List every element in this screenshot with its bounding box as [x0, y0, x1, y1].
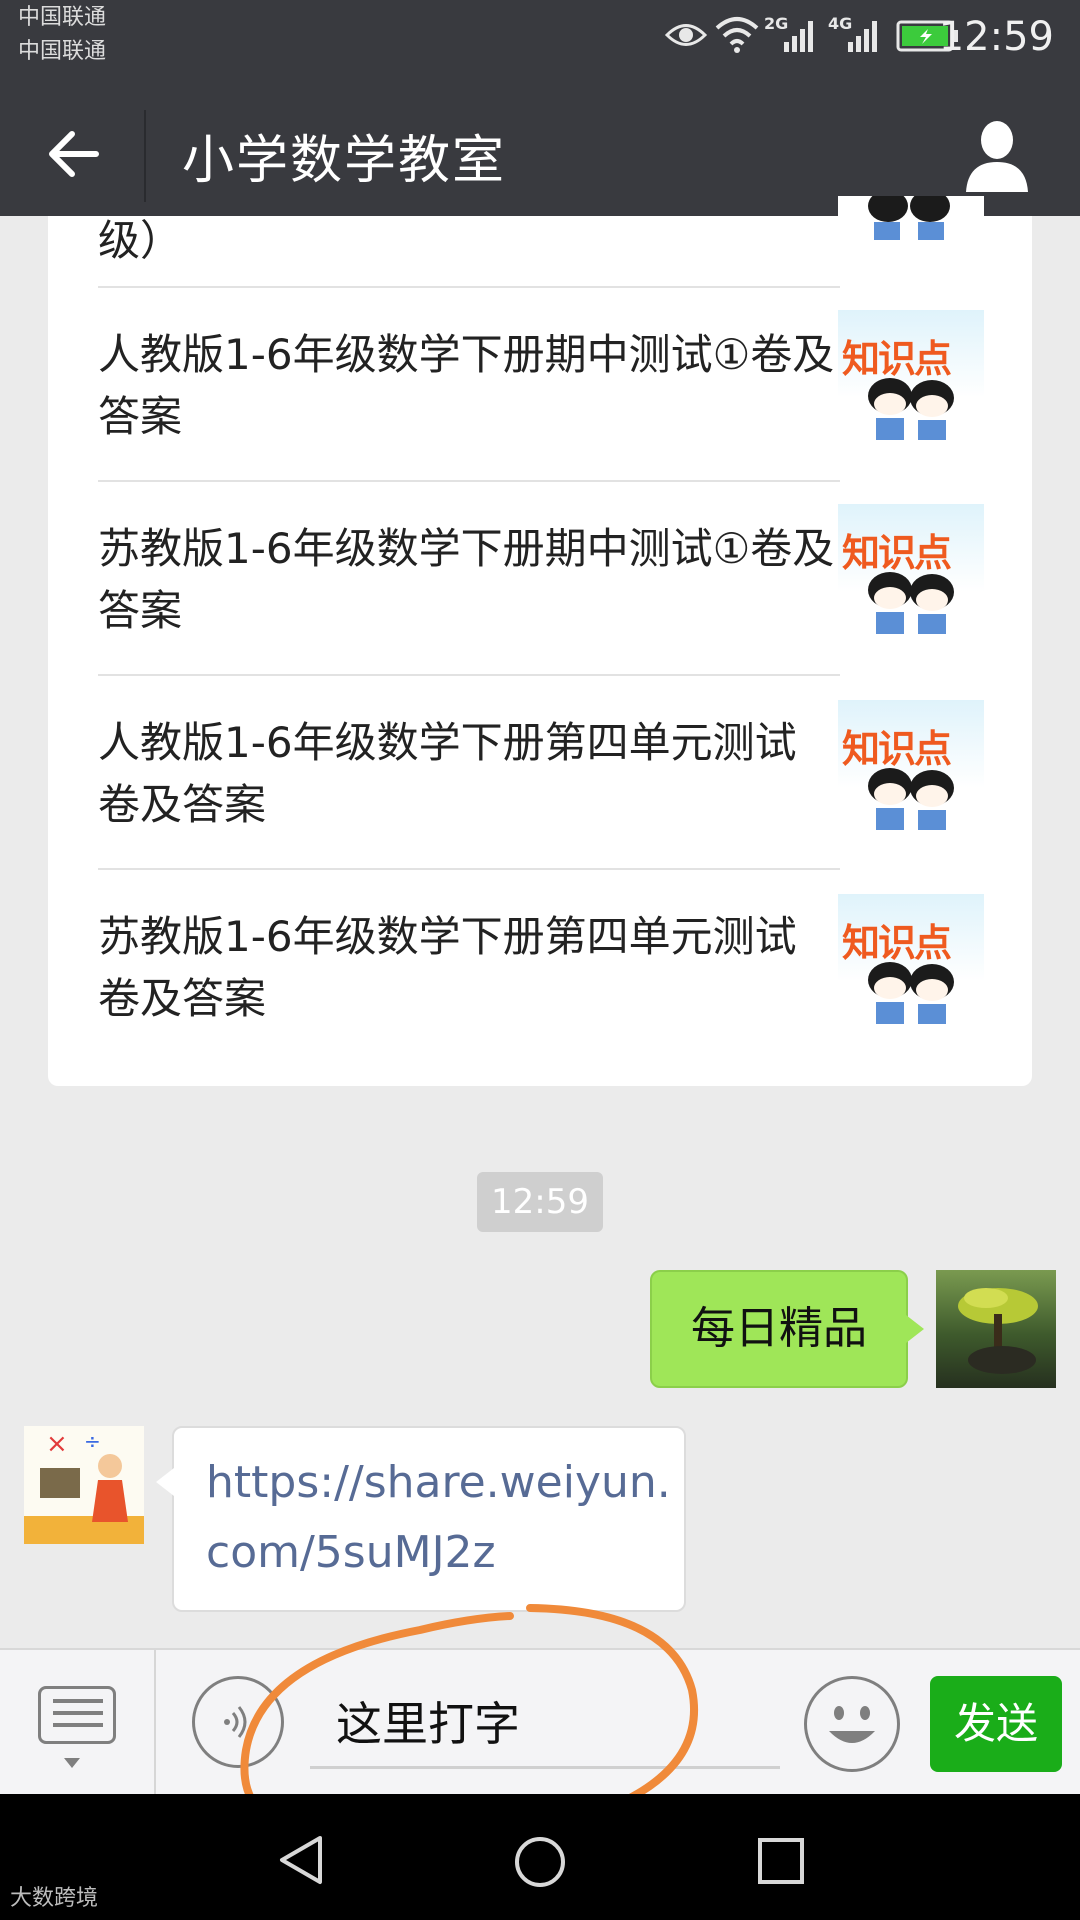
- cartoon-kids-icon: [868, 378, 954, 440]
- message-timestamp: 12:59: [477, 1172, 603, 1232]
- thumbnail-label: 知识点: [842, 726, 952, 771]
- article-item-title[interactable]: 人教版1-6年级数学下册期中测试①卷及答案: [98, 324, 838, 448]
- chevron-down-icon: [64, 1758, 80, 1768]
- svg-text:×: ×: [46, 1429, 68, 1459]
- menu-list-icon[interactable]: [38, 1686, 116, 1744]
- recent-apps-icon[interactable]: [756, 1836, 806, 1886]
- article-thumbnail[interactable]: 知识点: [838, 504, 984, 650]
- carrier-1: 中国联通: [18, 5, 107, 30]
- input-bar-divider: [154, 1650, 156, 1796]
- send-button[interactable]: 发送: [930, 1676, 1062, 1772]
- status-time: 12:59: [938, 14, 1054, 60]
- article-thumbnail: [838, 196, 984, 252]
- thumbnail-label: 知识点: [842, 920, 952, 965]
- partial-item-title[interactable]: 级）: [98, 210, 838, 272]
- carrier-2: 中国联通: [18, 39, 107, 64]
- status-bar: 中国联通 中国联通 2G 4G 12:59: [0, 0, 1080, 96]
- home-circle-icon[interactable]: [512, 1834, 568, 1890]
- article-thumbnail[interactable]: 知识点: [838, 894, 984, 1040]
- message-link[interactable]: https://share.weiyun.com/5suMJ2z: [206, 1448, 676, 1588]
- cartoon-kids-icon: [868, 768, 954, 830]
- bubble-tail: [906, 1315, 924, 1343]
- bubble-tail: [156, 1468, 174, 1496]
- item-divider: [98, 674, 840, 676]
- signal-icon: [784, 21, 813, 52]
- system-navigation-bar: 大数跨境: [0, 1794, 1080, 1920]
- person-icon[interactable]: [962, 116, 1032, 196]
- cartoon-kids-icon: [868, 962, 954, 1024]
- official-account-avatar[interactable]: × ÷: [24, 1426, 144, 1544]
- emoji-icon: [829, 1706, 875, 1743]
- cartoon-kids-icon: [868, 196, 950, 240]
- thumbnail-label: 知识点: [842, 530, 952, 575]
- svg-text:÷: ÷: [84, 1429, 101, 1453]
- article-item-title[interactable]: 苏教版1-6年级数学下册期中测试①卷及答案: [98, 518, 838, 642]
- outgoing-message-bubble[interactable]: 每日精品: [650, 1270, 908, 1388]
- article-thumbnail[interactable]: 知识点: [838, 700, 984, 846]
- eye-icon: [664, 24, 708, 46]
- article-thumbnail[interactable]: 知识点: [838, 310, 984, 456]
- article-list-card: 级） 人教版1-6年级数学下册期中测试①卷及答案 知识点 苏教版1-6年级数学下…: [48, 196, 1032, 1086]
- item-divider: [98, 480, 840, 482]
- user-avatar[interactable]: [936, 1270, 1056, 1388]
- article-item-title[interactable]: 苏教版1-6年级数学下册第四单元测试卷及答案: [98, 906, 838, 1030]
- signal-icon: [848, 21, 877, 52]
- cartoon-kids-icon: [868, 572, 954, 634]
- item-divider: [98, 868, 840, 870]
- arrow-left-icon[interactable]: [46, 126, 102, 182]
- emoji-button[interactable]: [804, 1676, 900, 1772]
- item-divider: [98, 286, 840, 288]
- header-divider: [144, 110, 146, 202]
- girl-teacher-icon: × ÷: [24, 1429, 144, 1544]
- thumbnail-label: 知识点: [842, 336, 952, 381]
- article-item-title[interactable]: 人教版1-6年级数学下册第四单元测试卷及答案: [98, 712, 838, 836]
- back-triangle-icon[interactable]: [276, 1834, 326, 1886]
- bonsai-tree-icon: [958, 1288, 1038, 1374]
- page-title: 小学数学教室: [182, 131, 507, 191]
- watermark: 大数跨境: [10, 1886, 99, 1911]
- incoming-message-bubble[interactable]: https://share.weiyun.com/5suMJ2z: [172, 1426, 686, 1612]
- wifi-icon: [715, 17, 759, 53]
